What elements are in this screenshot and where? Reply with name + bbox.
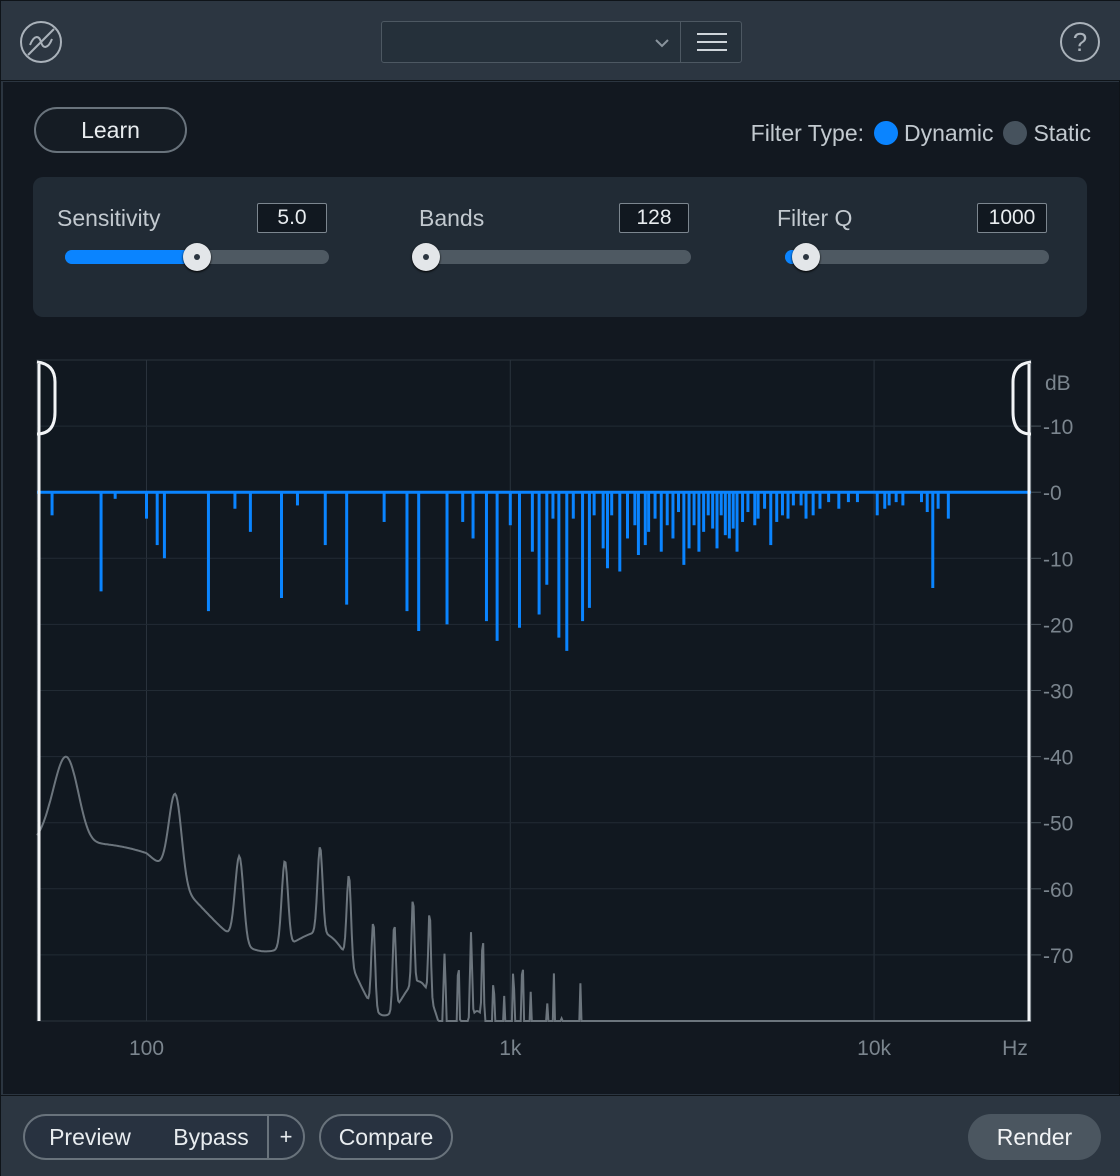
sensitivity-value-field[interactable]: 5.0 (257, 203, 327, 233)
bands-value-field[interactable]: 128 (619, 203, 689, 233)
spectrum-display[interactable]: -10 -0 -10 -20 -30 -40 -50 -60 -70 dB 100 1k 10k Hz (3, 342, 1119, 1094)
main-panel: Learn Filter Type: Dynamic Static Sensit… (3, 82, 1119, 1094)
y-tick-label: -50 (1043, 813, 1073, 836)
bands-slider-thumb[interactable] (412, 243, 440, 271)
filter-type-dynamic-label[interactable]: Dynamic (904, 120, 993, 147)
chart-grid (36, 359, 1032, 1022)
preset-dropdown[interactable] (381, 21, 681, 63)
header-bar: ? (1, 1, 1120, 81)
controls-panel: Sensitivity 5.0 Bands 128 Filter Q 1000 (33, 177, 1087, 317)
sensitivity-control: Sensitivity 5.0 (57, 177, 329, 317)
x-unit-label: Hz (1002, 1037, 1028, 1060)
x-tick-label: 10k (857, 1037, 891, 1060)
filter-type-selector: Filter Type: Dynamic Static (751, 118, 1091, 148)
y-tick-label: -0 (1043, 482, 1062, 505)
y-tick-label: -30 (1043, 681, 1073, 704)
filter-q-control: Filter Q 1000 (777, 177, 1049, 317)
y-tick-label: -10 (1043, 416, 1073, 439)
filter-type-label: Filter Type: (750, 119, 864, 146)
bypass-button[interactable]: Bypass (155, 1114, 269, 1160)
render-button[interactable]: Render (968, 1114, 1101, 1160)
sensitivity-slider-fill (65, 250, 197, 264)
filter-q-label: Filter Q (777, 205, 853, 231)
y-tick-label: -60 (1043, 879, 1073, 902)
filter-type-static-label[interactable]: Static (1033, 120, 1091, 147)
filter-q-slider-thumb[interactable] (792, 243, 821, 271)
filter-q-value-field[interactable]: 1000 (977, 203, 1047, 233)
y-unit-label: dB (1045, 372, 1071, 395)
x-tick-label: 1k (499, 1037, 522, 1060)
y-tick-label: -70 (1043, 945, 1073, 968)
bands-slider[interactable] (412, 243, 691, 271)
filter-type-dynamic-radio[interactable] (874, 121, 898, 145)
y-tick-label: -20 (1043, 614, 1073, 637)
sensitivity-slider-thumb[interactable] (183, 243, 211, 271)
compare-button[interactable]: Compare (319, 1114, 453, 1160)
help-icon[interactable]: ? (1060, 22, 1100, 62)
bypass-add-button[interactable]: + (267, 1114, 305, 1160)
spectrum-chart[interactable]: -10 -0 -10 -20 -30 -40 -50 -60 -70 dB 100 1k 10k Hz (3, 342, 1119, 1094)
filter-type-static-radio[interactable] (1003, 121, 1028, 145)
footer-bar: Preview Bypass + Compare Render (1, 1095, 1120, 1176)
sensitivity-label: Sensitivity (57, 205, 161, 231)
bands-label: Bands (419, 205, 485, 231)
sensitivity-slider[interactable] (65, 243, 329, 271)
bands-control: Bands 128 (412, 177, 691, 317)
plugin-window: ? Learn Filter Type: Dynamic Static Sens… (0, 0, 1120, 1176)
de-hum-icon[interactable] (20, 21, 62, 63)
learn-button[interactable]: Learn (34, 107, 187, 153)
chevron-down-icon (655, 39, 669, 48)
filter-q-slider[interactable] (785, 243, 1049, 271)
x-tick-label: 100 (129, 1037, 164, 1060)
y-tick-label: -40 (1043, 747, 1073, 770)
hamburger-icon[interactable] (680, 21, 742, 63)
preview-button[interactable]: Preview (23, 1114, 157, 1160)
y-tick-label: -10 (1043, 548, 1073, 571)
